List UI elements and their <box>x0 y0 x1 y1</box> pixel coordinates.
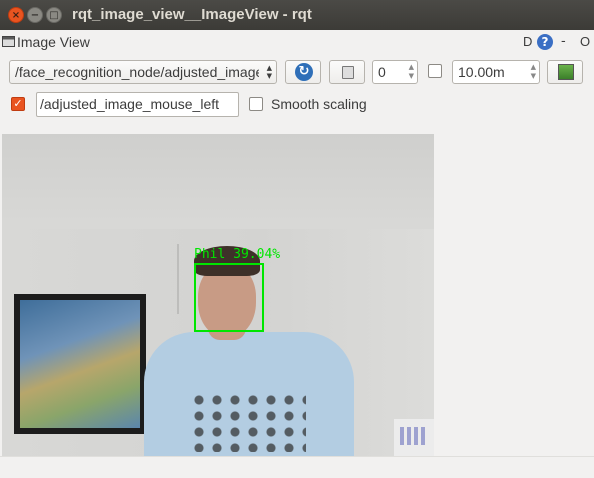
fps-checkbox[interactable] <box>428 64 442 78</box>
dock-options-button[interactable]: O <box>580 34 590 49</box>
help-icon[interactable]: ? <box>537 34 553 50</box>
publish-mouse-checkbox[interactable]: ✓ <box>11 97 25 111</box>
minimize-icon: − <box>30 10 40 21</box>
window-title: rqt_image_view__ImageView - rqt <box>72 6 312 23</box>
title-bar: × − □ rqt_image_view__ImageView - rqt <box>0 0 594 30</box>
close-window-button[interactable]: × <box>8 7 24 23</box>
fps-spinbox[interactable]: 10.00m ▲ ▼ <box>452 60 540 84</box>
poster-pattern <box>400 427 428 445</box>
save-image-button[interactable] <box>329 60 365 84</box>
maximize-window-button[interactable]: □ <box>46 7 62 23</box>
minimize-window-button[interactable]: − <box>27 7 43 23</box>
wall-map <box>20 300 140 428</box>
status-bar <box>0 456 594 478</box>
refresh-icon: ↻ <box>295 63 313 81</box>
rotation-spinbox[interactable]: 0 ▲ ▼ <box>372 60 418 84</box>
dock-header: Image View D ? - O <box>0 30 594 54</box>
spin-arrows-icon[interactable]: ▲ ▼ <box>409 63 414 81</box>
camera-image[interactable]: Phil 39.04% <box>2 134 434 456</box>
rotation-value: 0 <box>378 64 386 80</box>
save-icon <box>342 66 354 79</box>
face-detection-label: Phil 39.04% <box>194 247 281 262</box>
topic-combobox[interactable]: /face_recognition_node/adjusted_image ▲ ▼ <box>9 60 277 84</box>
zoom-fit-button[interactable] <box>547 60 583 84</box>
zoom-fit-icon <box>558 64 574 80</box>
maximize-icon: □ <box>49 10 59 21</box>
mouse-topic-value: /adjusted_image_mouse_left <box>40 96 220 112</box>
mouse-topic-input[interactable]: /adjusted_image_mouse_left <box>36 92 239 117</box>
wall-map-frame <box>14 294 146 434</box>
topic-combobox-value: /face_recognition_node/adjusted_image <box>15 64 259 80</box>
ceiling <box>2 134 434 244</box>
shirt-print <box>190 392 306 452</box>
wall-poster <box>394 419 434 456</box>
image-view-icon <box>2 36 15 47</box>
spin-arrows-icon[interactable]: ▲ ▼ <box>531 63 536 81</box>
combobox-arrows-icon: ▲ ▼ <box>266 64 272 80</box>
face-detection-box <box>194 263 264 332</box>
dock-title: Image View <box>17 34 90 50</box>
fps-value: 10.00m <box>458 64 505 80</box>
dock-d-button[interactable]: D <box>523 34 532 49</box>
wall-corner <box>177 244 179 314</box>
refresh-topics-button[interactable]: ↻ <box>285 60 321 84</box>
dock-minimize-button[interactable]: - <box>561 34 566 49</box>
smooth-scaling-checkbox[interactable] <box>249 97 263 111</box>
close-icon: × <box>11 10 21 21</box>
app-window: × − □ rqt_image_view__ImageView - rqt Im… <box>0 0 594 478</box>
smooth-scaling-label: Smooth scaling <box>271 96 367 112</box>
